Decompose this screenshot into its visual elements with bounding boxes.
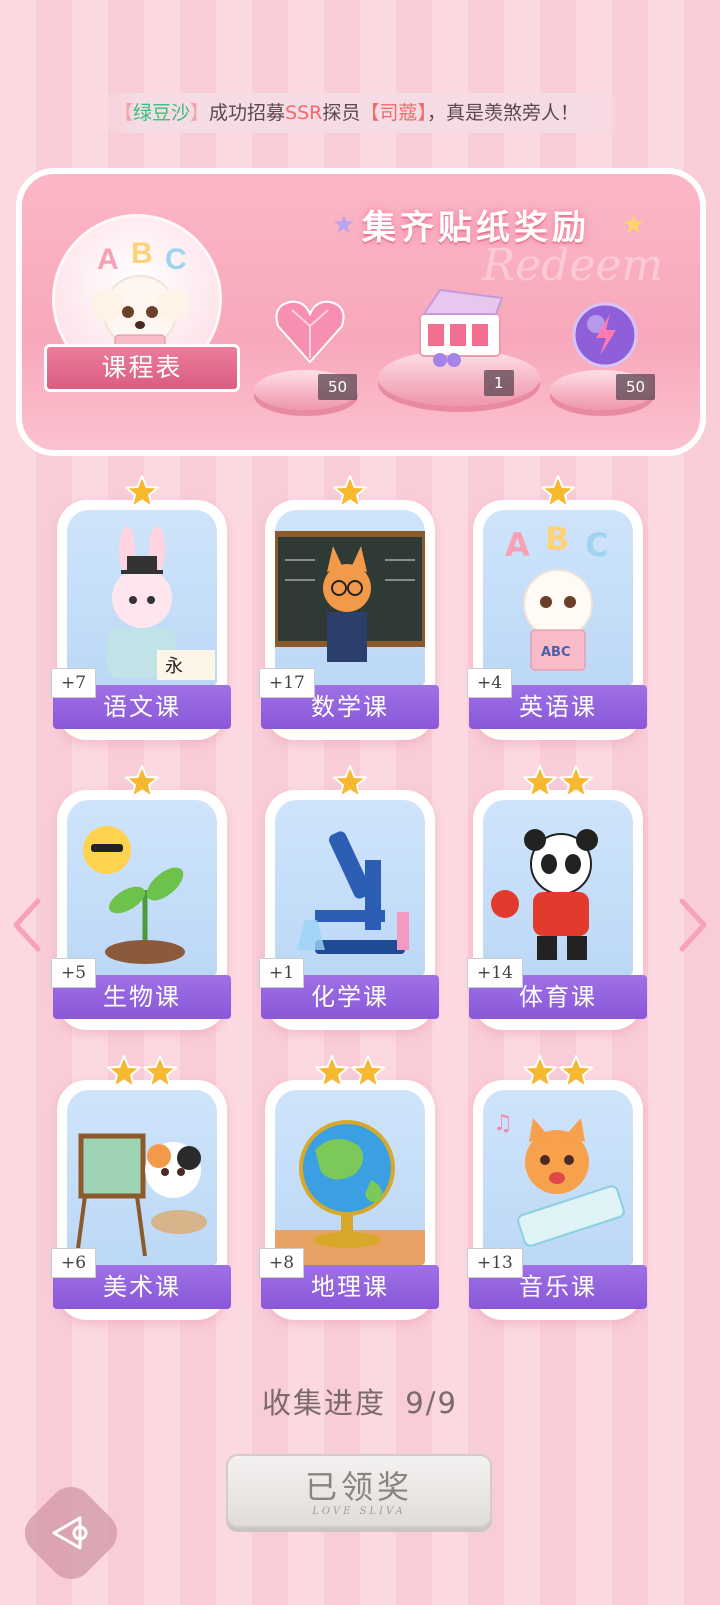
card-count: +13	[467, 1248, 523, 1278]
card-stars	[473, 1054, 643, 1094]
sticker-card[interactable]: 数学课 +17	[259, 475, 439, 740]
svg-text:永: 永	[165, 656, 183, 677]
chevron-left-icon[interactable]	[8, 895, 48, 955]
gift-box-icon[interactable]	[410, 284, 510, 374]
star-icon	[332, 474, 368, 510]
sticker-card[interactable]: 地理课 +8	[259, 1055, 439, 1320]
fox-blackboard-icon	[275, 510, 425, 685]
star-icon	[540, 474, 576, 510]
star-icon	[142, 1054, 178, 1090]
svg-text:ABC: ABC	[541, 645, 571, 660]
card-count: +6	[51, 1248, 97, 1278]
card-count: +1	[259, 958, 305, 988]
sticker-card[interactable]: 生物课 +5	[51, 765, 231, 1030]
card-stars	[473, 764, 643, 804]
card-count: +8	[259, 1248, 305, 1278]
cat-keyboard-icon: ♫♪	[483, 1090, 633, 1265]
claimed-button-label: 已领奖	[304, 1468, 413, 1506]
card-count: +5	[51, 958, 97, 988]
card-count: +14	[467, 958, 523, 988]
ticker-bracket: 【	[360, 102, 380, 124]
sticker-card[interactable]: 永语文课 +7	[51, 475, 231, 740]
svg-text:A: A	[505, 526, 530, 564]
ticker-rank: SSR	[285, 102, 323, 124]
pink-heart-gem-icon[interactable]	[272, 296, 348, 368]
sticker-card[interactable]: 美术课 +6	[51, 1055, 231, 1320]
card-stars	[265, 1054, 435, 1094]
globe-icon	[275, 1090, 425, 1265]
card-count: +7	[51, 668, 97, 698]
star-icon	[106, 1054, 142, 1090]
star-icon	[522, 1054, 558, 1090]
star-icon	[124, 474, 160, 510]
banner-title: 集齐贴纸奖励	[362, 208, 590, 248]
claimed-button-sub: LOVE SLIVA	[312, 1506, 406, 1517]
card-count: +17	[259, 668, 315, 698]
svg-text:B: B	[131, 237, 153, 270]
svg-text:A: A	[97, 243, 119, 276]
sticker-card[interactable]: A B C ABC 英语课 +4	[467, 475, 647, 740]
star-deco-icon: ★	[622, 210, 646, 240]
ticker-bracket: 】	[190, 102, 210, 124]
card-stars	[265, 474, 435, 514]
ticker-target-name: 司蔻	[379, 102, 418, 124]
svg-text:C: C	[165, 243, 187, 276]
star-icon	[314, 1054, 350, 1090]
star-deco-icon: ★	[332, 210, 356, 240]
panda-pingpong-icon	[483, 800, 633, 975]
ticker-text: 成功招募	[209, 102, 286, 124]
ticker-player-name: 绿豆沙	[133, 102, 191, 124]
reward-count: 1	[484, 370, 514, 396]
reward-count: 50	[616, 374, 656, 400]
ticker-text: 探员	[322, 102, 361, 124]
card-stars	[265, 764, 435, 804]
star-icon	[124, 764, 160, 800]
sticker-card[interactable]: 化学课 +1	[259, 765, 439, 1030]
purple-orb-icon[interactable]	[570, 300, 640, 370]
sticker-card[interactable]: ♫♪音乐课+13	[467, 1055, 647, 1320]
ticker-text: ，真是羡煞旁人！	[426, 102, 579, 124]
progress-value: 9/9	[405, 1386, 458, 1420]
star-icon	[350, 1054, 386, 1090]
collection-progress: 收集进度 9/9	[0, 1380, 720, 1422]
ticker-bracket: 】	[417, 102, 427, 124]
rabbit-calligraphy-icon: 永	[67, 510, 217, 685]
poodle-abc-icon: A B C ABC	[483, 510, 633, 685]
card-stars	[57, 474, 227, 514]
card-stars	[57, 1054, 227, 1094]
ticker-bracket: 【	[114, 102, 134, 124]
claimed-button[interactable]: 已领奖 LOVE SLIVA	[226, 1454, 492, 1528]
cat-painter-icon	[67, 1090, 217, 1265]
svg-text:♫: ♫	[493, 1111, 513, 1136]
reward-banner: Redeem 集齐贴纸奖励 ★ ★ A B C ABC 课程表	[16, 168, 706, 456]
schedule-label[interactable]: 课程表	[44, 344, 240, 392]
sun-sprout-icon	[67, 800, 217, 975]
star-icon	[332, 764, 368, 800]
back-arrow-icon	[52, 1516, 88, 1550]
svg-text:C: C	[585, 526, 608, 564]
star-icon	[558, 1054, 594, 1090]
progress-label: 收集进度	[262, 1386, 387, 1420]
svg-text:B: B	[545, 520, 569, 558]
microscope-icon	[275, 800, 425, 975]
star-icon	[558, 764, 594, 800]
card-count: +4	[467, 668, 513, 698]
chevron-right-icon[interactable]	[672, 895, 712, 955]
sticker-card[interactable]: 体育课 +14	[467, 765, 647, 1030]
recruit-ticker: 【绿豆沙】成功招募SSR探员【司蔻】，真是羡煞旁人！	[96, 93, 626, 133]
card-stars	[473, 474, 643, 514]
star-icon	[522, 764, 558, 800]
reward-count: 50	[318, 374, 358, 400]
card-stars	[57, 764, 227, 804]
